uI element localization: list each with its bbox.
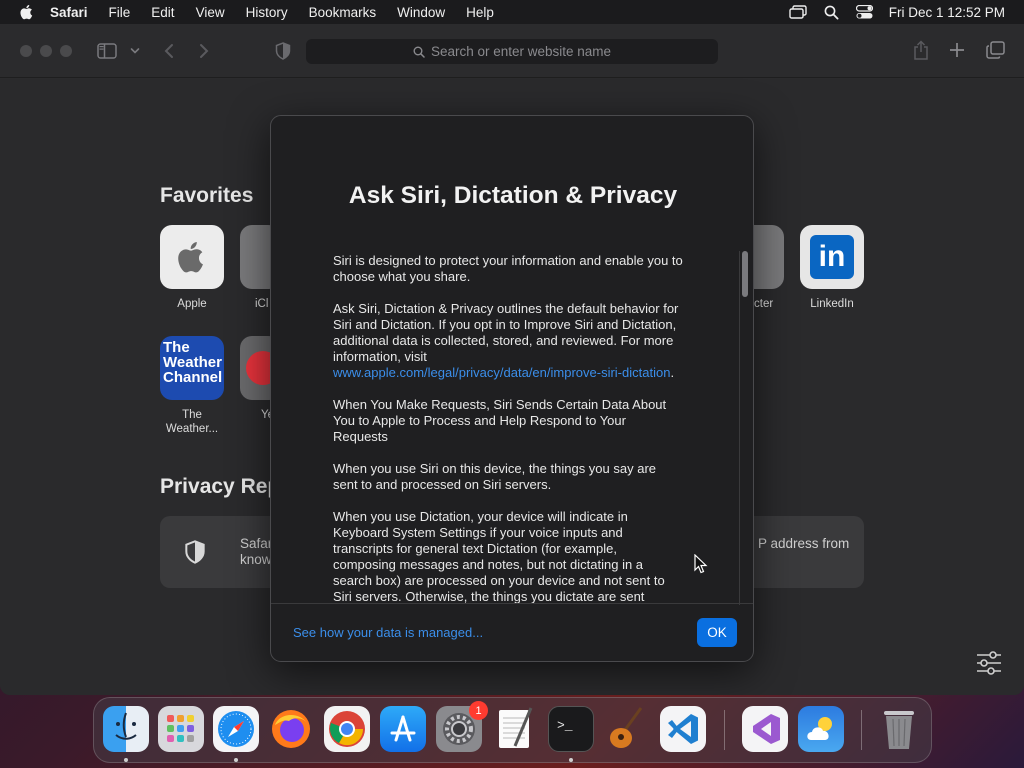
favorite-yelp[interactable]: Ye [240,336,270,422]
safari-compass-icon[interactable] [213,706,259,752]
menu-bookmarks[interactable]: Bookmarks [309,5,377,20]
siri-privacy-dialog: Ask Siri, Dictation & Privacy Siri is de… [270,115,754,662]
chrome-icon[interactable] [324,706,370,752]
privacy-report-title: Privacy Rep [160,475,270,498]
weather-tile-word: Weather [163,354,222,371]
share-icon[interactable] [913,40,929,60]
new-tab-plus-icon[interactable] [949,42,965,58]
running-indicator [234,758,238,762]
finder-icon[interactable] [103,706,149,752]
favorite-label: Apple [177,298,207,310]
mouse-pointer-icon [694,553,708,579]
favorites-title: Favorites [160,184,254,207]
back-chevron-icon[interactable] [163,43,175,59]
dock: 1 >_ [93,697,932,763]
privacy-report-text-right: P address from [758,536,850,551]
yelp-icon [240,336,270,400]
weather-channel-logo-icon: The Weather Channel [160,336,224,400]
dialog-paragraph: Ask Siri, Dictation & Privacy outlines t… [333,301,679,380]
dialog-paragraph: When you use Siri on this device, the th… [333,461,657,492]
svg-text:>_: >_ [557,718,573,733]
menu-bar: Safari File Edit View History Bookmarks … [0,0,1024,24]
customize-start-page-icon[interactable] [976,651,1002,680]
dialog-title: Ask Siri, Dictation & Privacy [348,182,678,209]
privacy-report-text: Safar know [240,536,273,567]
notification-badge: 1 [469,701,488,720]
privacy-shield-icon [184,540,206,569]
dialog-divider [271,603,753,604]
scrollbar-track [739,251,740,605]
scrollbar-thumb[interactable] [742,251,748,297]
favorite-weather-channel[interactable]: The Weather Channel The Weather... [160,336,224,436]
terminal-icon[interactable]: >_ [548,706,594,752]
weather-tile-word: Channel [163,369,223,386]
ok-button[interactable]: OK [697,618,737,647]
tab-overview-icon[interactable] [986,41,1005,59]
weather-tile-word: The [163,339,190,356]
apple-menu-icon[interactable] [18,3,36,21]
menu-history[interactable]: History [246,5,288,20]
menu-safari[interactable]: Safari [50,5,88,20]
dock-separator [724,710,725,750]
dock-separator [861,710,862,750]
search-icon [413,46,425,58]
garageband-guitar-icon[interactable] [604,706,650,752]
favorite-label: Ye [261,409,270,421]
apple-logo-icon [160,225,224,289]
close-window-button[interactable] [20,45,32,57]
dialog-paragraph: When You Make Requests, Siri Sends Certa… [333,397,667,444]
running-indicator [124,758,128,762]
favorite-label: LinkedIn [810,298,854,310]
icloud-icon [240,225,270,289]
sidebar-toggle-icon[interactable] [97,43,117,59]
menu-window[interactable]: Window [397,5,445,20]
address-bar[interactable]: Search or enter website name [306,39,718,64]
screen-mirroring-icon[interactable] [789,5,807,19]
menu-file[interactable]: File [109,5,131,20]
safari-window: Search or enter website name Favorites A… [0,24,1024,695]
dialog-paragraph: Siri is designed to protect your informa… [333,253,683,284]
favorite-icloud[interactable]: iCl [240,225,270,311]
app-store-icon[interactable] [380,706,426,752]
dialog-scroll-body[interactable]: Siri is designed to protect your informa… [333,253,683,603]
zoom-window-button[interactable] [60,45,72,57]
launchpad-icon[interactable] [158,706,204,752]
trash-icon[interactable] [876,706,922,752]
favorite-label: cter [754,298,774,310]
address-placeholder: Search or enter website name [430,44,612,59]
weather-cloud-icon[interactable] [798,706,844,752]
favorite-linkedin[interactable]: in LinkedIn [800,225,864,311]
menu-help[interactable]: Help [466,5,494,20]
firefox-icon[interactable] [268,706,314,752]
favorite-label: iCl [255,298,269,310]
control-center-icon[interactable] [855,5,873,19]
favorite-apple[interactable]: Apple [160,225,224,311]
favorite-twitter[interactable]: cter [754,225,784,311]
privacy-url-link[interactable]: www.apple.com/legal/privacy/data/en/impr… [333,365,670,380]
spotlight-search-icon[interactable] [824,5,839,20]
chevron-down-icon[interactable] [130,47,140,55]
vscode-icon[interactable] [660,706,706,752]
safari-toolbar: Search or enter website name [0,24,1024,78]
running-indicator [569,758,573,762]
forward-chevron-icon[interactable] [198,43,210,59]
privacy-shield-icon[interactable] [275,42,291,60]
favorite-label: The Weather... [165,409,219,435]
menu-edit[interactable]: Edit [151,5,174,20]
dialog-paragraph: When you use Dictation, your device will… [333,509,665,603]
menu-view[interactable]: View [196,5,225,20]
twitter-icon [754,225,784,289]
menubar-clock[interactable]: Fri Dec 1 12:52 PM [889,5,1005,20]
visual-studio-icon[interactable] [742,706,788,752]
see-data-managed-link[interactable]: See how your data is managed... [293,625,483,640]
linkedin-icon: in [800,225,864,289]
textedit-icon[interactable] [492,706,538,752]
minimize-window-button[interactable] [40,45,52,57]
